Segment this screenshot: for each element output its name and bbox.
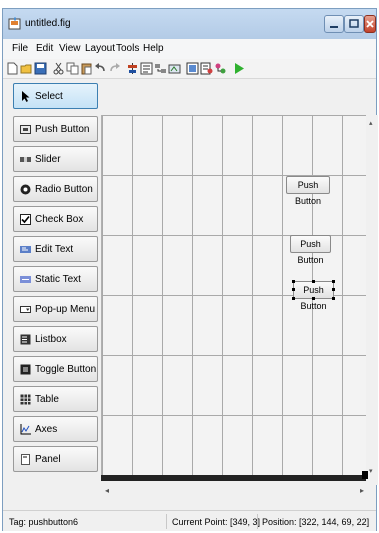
selection-handle[interactable] [292, 288, 295, 291]
palette-static-text-label: Static Text [35, 274, 81, 285]
minimize-button[interactable] [324, 15, 344, 33]
palette-table[interactable]: Table [13, 386, 98, 412]
palette-check-box-label: Check Box [35, 214, 84, 225]
toolbar [3, 59, 376, 79]
canvas-push-button-1[interactable]: Push Button [286, 176, 330, 206]
menu-tools[interactable]: Tools [116, 43, 139, 54]
palette-listbox-label: Listbox [35, 334, 67, 345]
new-file-icon[interactable] [6, 62, 19, 75]
scroll-up-arrow-icon[interactable]: ▴ [369, 119, 373, 127]
redo-icon[interactable] [108, 62, 121, 75]
menu-editor-icon[interactable] [140, 62, 153, 75]
palette-popup-menu[interactable]: Pop-up Menu [13, 296, 98, 322]
selection-handle[interactable] [332, 297, 335, 300]
palette-panel[interactable]: Panel [13, 446, 98, 472]
push-button-icon [20, 125, 31, 134]
mfile-editor-icon[interactable] [186, 62, 199, 75]
align-objects-icon[interactable] [126, 62, 139, 75]
canvas-push-button-2[interactable]: Push Button [290, 235, 331, 265]
palette-push-button[interactable]: Push Button [13, 116, 98, 142]
edit-text-icon [20, 246, 31, 253]
palette-table-label: Table [35, 394, 59, 405]
menu-file[interactable]: File [12, 43, 28, 54]
palette-slider[interactable]: Slider [13, 146, 98, 172]
selection-handle[interactable] [312, 297, 315, 300]
run-figure-icon[interactable] [232, 62, 245, 75]
arrow-cursor-icon [22, 91, 30, 102]
palette-static-text[interactable]: Static Text [13, 266, 98, 292]
close-icon [366, 20, 374, 28]
palette-edit-text-label: Edit Text [35, 244, 74, 255]
radio-button-icon [20, 184, 31, 195]
axes-icon [20, 424, 31, 435]
menu-help[interactable]: Help [143, 43, 164, 54]
palette-check-box[interactable]: Check Box [13, 206, 98, 232]
listbox-icon [20, 334, 31, 345]
save-icon[interactable] [34, 62, 47, 75]
paste-icon[interactable] [80, 62, 93, 75]
status-position: Position: [322, 144, 69, 22] [262, 517, 370, 527]
palette-axes[interactable]: Axes [13, 416, 98, 442]
status-separator [257, 514, 258, 529]
selection-handle[interactable] [332, 280, 335, 283]
tab-order-icon[interactable] [154, 62, 167, 75]
guide-window: untitled.fig File Edit View Layout Tools… [2, 8, 378, 531]
maximize-icon [349, 19, 359, 28]
horizontal-scrollbar[interactable]: ◂ ▸ [101, 485, 368, 499]
minimize-icon [330, 26, 338, 28]
palette-push-button-label: Push Button [35, 124, 90, 135]
figure-icon [8, 17, 21, 30]
palette-toggle-button[interactable]: Toggle Button [13, 356, 98, 382]
status-tag: Tag: pushbutton6 [9, 517, 79, 527]
palette-popup-menu-label: Pop-up Menu [35, 304, 96, 315]
title-bar: untitled.fig [3, 9, 376, 39]
selection-handle[interactable] [292, 297, 295, 300]
palette-select-label: Select [35, 91, 63, 102]
undo-icon[interactable] [94, 62, 107, 75]
palette-radio-button[interactable]: Radio Button [13, 176, 98, 202]
table-icon [20, 394, 31, 405]
open-folder-icon[interactable] [20, 62, 33, 75]
static-text-icon [20, 276, 31, 283]
panel-icon [21, 454, 30, 465]
palette-axes-label: Axes [35, 424, 58, 435]
scroll-down-arrow-icon[interactable]: ▾ [369, 467, 373, 475]
vertical-scrollbar[interactable]: ▴ ▾ [368, 115, 378, 485]
menu-bar: File Edit View Layout Tools Help [3, 39, 376, 59]
toolbar-editor-icon[interactable] [168, 62, 181, 75]
status-bar: Tag: pushbutton6 Current Point: [349, 3]… [3, 510, 376, 531]
menu-layout[interactable]: Layout [85, 43, 115, 54]
scroll-left-arrow-icon[interactable]: ◂ [105, 486, 109, 495]
palette-toggle-button-label: Toggle Button [35, 364, 97, 375]
cut-icon[interactable] [52, 62, 65, 75]
palette-listbox[interactable]: Listbox [13, 326, 98, 352]
palette-select[interactable]: Select [13, 83, 98, 109]
menu-edit[interactable]: Edit [36, 43, 53, 54]
property-inspector-icon[interactable] [200, 62, 213, 75]
popup-menu-icon [20, 306, 31, 313]
copy-icon[interactable] [66, 62, 79, 75]
selection-handle[interactable] [332, 288, 335, 291]
status-current-point: Current Point: [349, 3] [172, 517, 261, 527]
status-separator [166, 514, 167, 529]
palette-radio-button-label: Radio Button [35, 184, 93, 195]
selection-handle[interactable] [292, 280, 295, 283]
selection-handle[interactable] [312, 280, 315, 283]
scroll-right-arrow-icon[interactable]: ▸ [360, 486, 364, 495]
palette-slider-label: Slider [35, 154, 61, 165]
maximize-button[interactable] [344, 15, 364, 33]
toggle-button-icon [20, 364, 31, 375]
palette-edit-text[interactable]: Edit Text [13, 236, 98, 262]
check-box-icon [20, 214, 31, 225]
window-title: untitled.fig [25, 18, 71, 29]
figure-bottom-edge [101, 475, 366, 481]
close-button[interactable] [364, 15, 376, 33]
menu-view[interactable]: View [59, 43, 81, 54]
slider-icon [20, 157, 31, 162]
object-browser-icon[interactable] [214, 62, 227, 75]
component-palette: Select Push Button Slider Radio Button C… [3, 80, 101, 504]
palette-panel-label: Panel [35, 454, 61, 465]
